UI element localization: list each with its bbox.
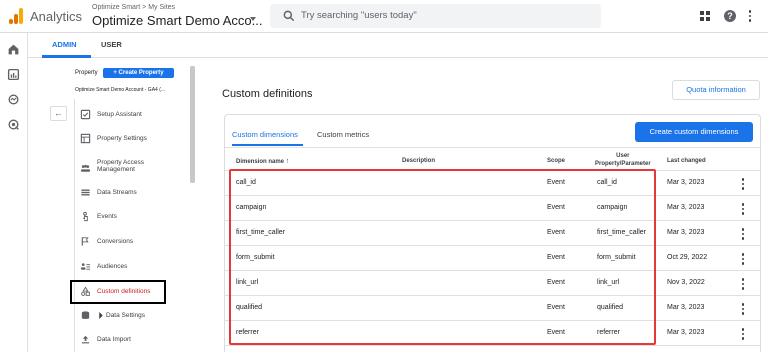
left-rail [0,33,28,352]
flag-icon [81,237,89,246]
tab-custom-metrics[interactable]: Custom metrics [317,130,369,139]
account-selector[interactable]: Optimize Smart Demo Acco... [92,13,263,28]
nav-item-audiences[interactable]: Audiences [78,259,186,275]
cell-last-changed: Nov 3, 2022 [667,279,705,286]
nav-item-label: Data Settings [106,312,146,319]
page-title: Custom definitions [222,88,313,100]
analytics-logo-icon[interactable] [9,8,23,24]
row-more-vert-icon[interactable] [741,303,745,315]
nav-scrollbar[interactable] [190,66,195,183]
cell-last-changed: Mar 3, 2023 [667,179,705,186]
touch-icon [82,211,88,222]
help-icon[interactable]: ? [724,10,736,22]
tabs-divider [225,147,760,148]
column-header-user-property: User Property/Parameter [595,153,651,167]
cell-last-changed: Mar 3, 2023 [667,304,705,311]
create-custom-dimensions-button[interactable]: Create custom dimensions [635,122,753,142]
nav-item-label: Data Import [97,336,131,343]
tab-user[interactable]: USER [101,40,122,49]
quota-information-button[interactable]: Quota information [672,80,760,100]
database-icon [81,311,90,319]
create-property-button[interactable]: + Create Property [103,68,174,78]
column-header-description: Description [402,158,436,164]
expand-caret-icon[interactable] [98,312,104,319]
audiences-icon [80,263,91,270]
explore-icon[interactable] [7,93,20,106]
row-more-vert-icon[interactable] [741,228,745,240]
nav-item-label: Property Settings [97,135,147,142]
search-icon [283,10,295,22]
column-header-label: Dimension name [236,159,285,165]
advertising-icon[interactable] [7,118,20,131]
row-more-vert-icon[interactable] [741,253,745,265]
cell-last-changed: Mar 3, 2023 [667,329,705,336]
property-label: Property [75,70,98,76]
nav-item-data-streams[interactable]: Data Streams [78,185,186,201]
top-bar: Analytics Optimize Smart > My Sites Opti… [0,0,768,33]
admin-tabs: ADMIN USER [28,33,768,58]
app-name[interactable]: Analytics [30,9,82,24]
cell-last-changed: Mar 3, 2023 [667,204,705,211]
apps-grid-icon[interactable] [700,11,710,21]
column-header-last-changed: Last changed [667,158,706,164]
search-bar[interactable]: Try searching "users today" [270,4,601,28]
more-vert-icon[interactable] [748,10,752,23]
cell-last-changed: Oct 29, 2022 [667,254,708,261]
column-header-dimension-name[interactable]: Dimension name ↑ [236,158,289,165]
back-arrow-icon[interactable]: ← [50,106,67,121]
row-more-vert-icon[interactable] [741,328,745,340]
admin-nav: Property + Create Property Optimize Smar… [28,58,198,352]
nav-item-data-settings[interactable]: Data Settings [78,308,186,324]
caret-down-icon[interactable] [250,17,256,21]
nav-item-setup-assistant[interactable]: Setup Assistant [78,107,186,123]
nav-item-label: Audiences [97,263,128,270]
upload-icon [81,335,90,344]
nav-item-property-access[interactable]: Property Access Management [78,158,186,178]
nav-item-label: Conversions [97,238,134,245]
nav-item-conversions[interactable]: Conversions [78,234,186,250]
nav-item-label: Setup Assistant [97,111,142,118]
breadcrumb[interactable]: Optimize Smart > My Sites [92,4,175,11]
row-more-vert-icon[interactable] [741,178,745,190]
rows-highlight-box [229,169,656,345]
nav-item-label: Data Streams [97,189,137,196]
reports-icon[interactable] [7,68,20,81]
tab-active-indicator [232,144,303,146]
home-icon[interactable] [7,43,20,56]
column-header-scope: Scope [547,158,566,164]
custom-definitions-highlight-box [70,280,166,304]
nav-divider [74,99,75,352]
cell-last-changed: Mar 3, 2023 [667,229,705,236]
tab-admin[interactable]: ADMIN [52,40,77,49]
streams-icon [81,189,90,196]
checkbox-icon [80,109,91,120]
nav-item-events[interactable]: Events [78,209,186,225]
property-selector[interactable]: Optimize Smart Demo Account - GA4 (... [75,87,165,93]
search-placeholder: Try searching "users today" [301,10,417,21]
nav-item-label: Property Access Management [97,159,144,173]
sort-arrow-up-icon[interactable]: ↑ [286,158,290,165]
people-icon [80,164,91,172]
row-more-vert-icon[interactable] [741,203,745,215]
tab-custom-dimensions[interactable]: Custom dimensions [232,130,298,139]
nav-item-label: Events [97,213,117,220]
nav-item-property-settings[interactable]: Property Settings [78,131,186,147]
nav-item-data-import[interactable]: Data Import [78,332,186,348]
settings-page-icon [80,133,91,144]
row-more-vert-icon[interactable] [741,278,745,290]
